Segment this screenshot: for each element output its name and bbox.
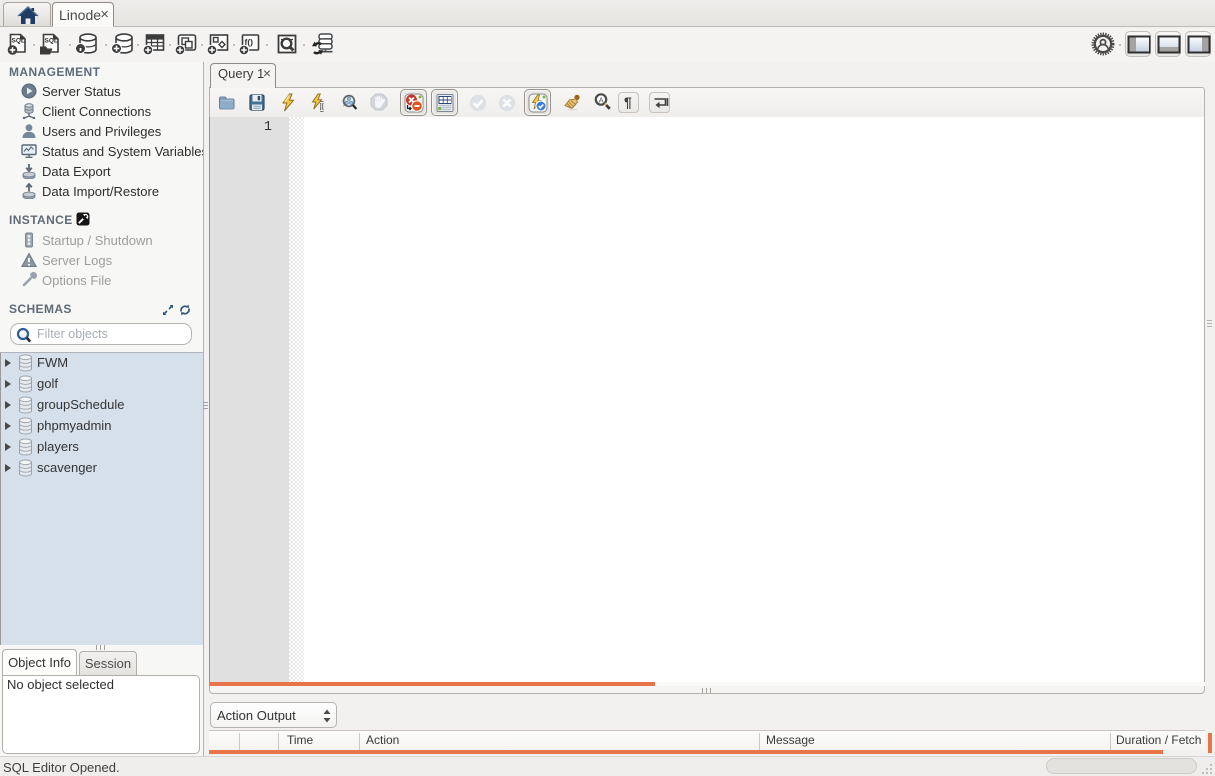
svg-text:A: A bbox=[599, 95, 604, 104]
svg-text:SQL: SQL bbox=[45, 38, 58, 45]
svg-text:SQL: SQL bbox=[12, 38, 25, 45]
